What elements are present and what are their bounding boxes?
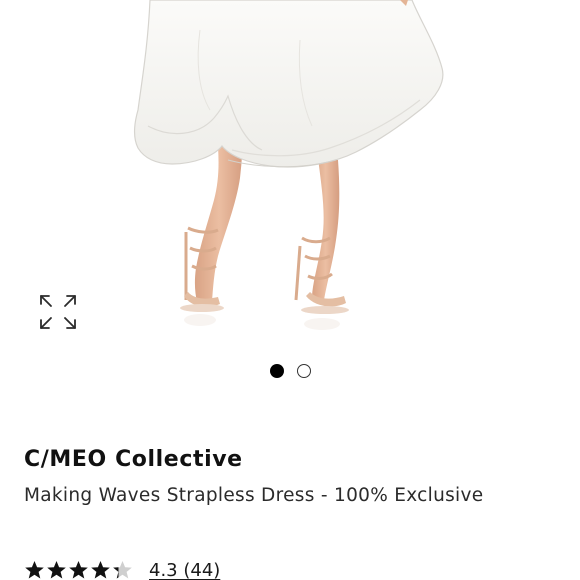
star-rating	[24, 560, 133, 580]
rating-reviews-link[interactable]: 4.3 (44)	[149, 560, 220, 580]
star-filled-icon	[47, 561, 66, 579]
carousel-dot-1[interactable]	[269, 364, 284, 378]
carousel-dots	[0, 364, 580, 382]
brand-name[interactable]: C/MEO Collective	[24, 447, 243, 472]
carousel-dot-2[interactable]	[296, 364, 311, 378]
star-filled-icon	[91, 561, 110, 579]
star-half-icon	[113, 561, 132, 579]
expand-arrows-icon[interactable]	[38, 293, 78, 331]
rating-row: 4.3 (44)	[24, 558, 220, 580]
product-page: C/MEO Collective Making Waves Strapless …	[0, 0, 580, 580]
star-filled-icon	[69, 561, 88, 579]
star-filled-icon	[25, 561, 44, 579]
product-photo[interactable]	[0, 0, 580, 345]
product-title: Making Waves Strapless Dress - 100% Excl…	[24, 485, 484, 506]
